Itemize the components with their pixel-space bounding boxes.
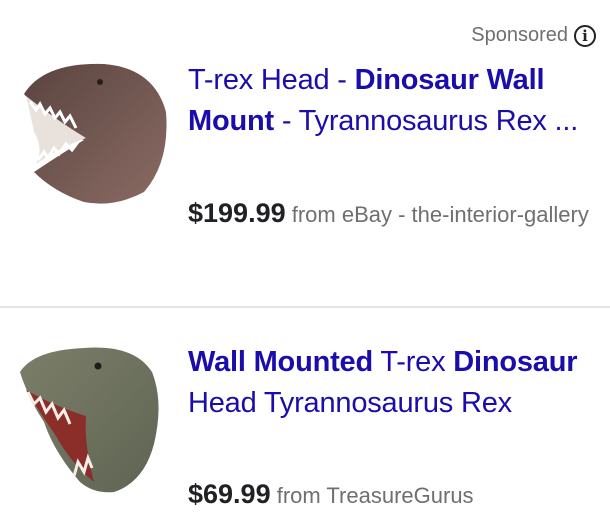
price: $69.99: [188, 479, 271, 509]
trex-head-green-image[interactable]: [14, 332, 164, 497]
trex-head-brown-image[interactable]: [14, 52, 174, 212]
seller-source: from TreasureGurus: [276, 483, 474, 508]
shopping-result-2[interactable]: Wall Mounted T-rex Dinosaur Head Tyranno…: [0, 310, 610, 509]
shopping-result-1[interactable]: T-rex Head - Dinosaur Wall Mount - Tyran…: [0, 52, 610, 307]
divider: [0, 306, 610, 308]
result-title[interactable]: Wall Mounted T-rex Dinosaur Head Tyranno…: [188, 342, 598, 424]
title-part-bold: Dinosaur: [453, 346, 578, 378]
title-part-bold: Wall Mounted: [188, 346, 373, 378]
sponsored-text: Sponsored: [471, 24, 568, 46]
result-title[interactable]: T-rex Head - Dinosaur Wall Mount - Tyran…: [188, 60, 598, 142]
sponsored-label[interactable]: Sponsored i: [471, 24, 596, 47]
info-icon[interactable]: i: [574, 24, 596, 47]
title-part: - Tyrannosaurus Rex ...: [273, 105, 579, 137]
title-part: Head Tyrannosaurus Rex: [188, 387, 512, 419]
title-part: T-rex Head -: [188, 64, 355, 96]
seller-source: from eBay - the-interior-gallery: [291, 202, 589, 227]
price: $199.99: [188, 198, 286, 228]
price-line: $199.99 from eBay - the-interior-gallery: [188, 195, 596, 233]
title-part: T-rex: [373, 346, 454, 378]
price-line: $69.99 from TreasureGurus: [188, 476, 596, 514]
